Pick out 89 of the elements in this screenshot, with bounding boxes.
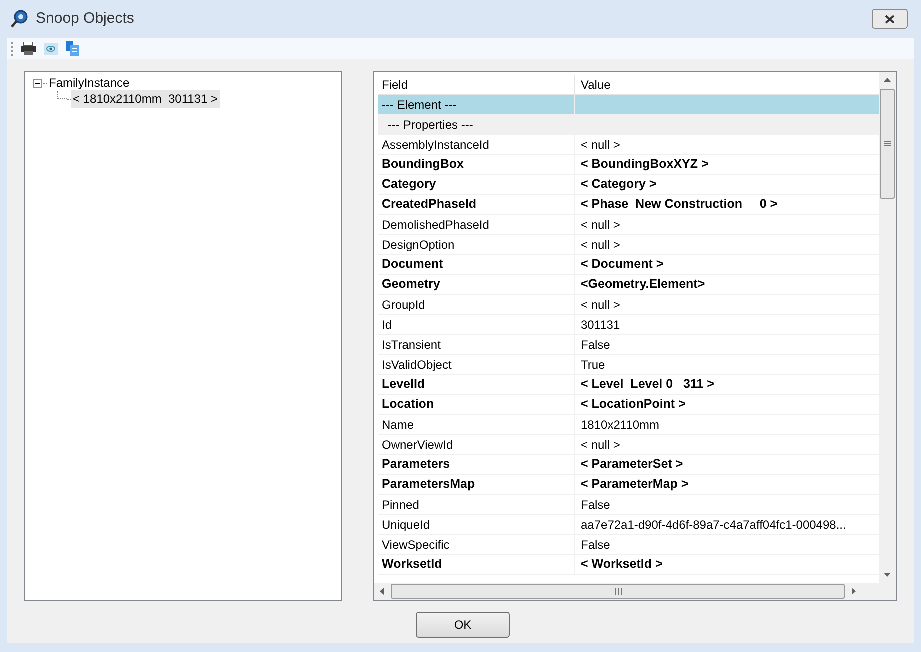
value-cell-text: < Phase New Construction 0 >	[581, 196, 778, 214]
field-cell-text: Name	[382, 416, 414, 434]
table-row[interactable]: BoundingBox < BoundingBoxXYZ >	[378, 155, 879, 175]
field-cell-text: Id	[382, 316, 392, 334]
field-cell-text: Location	[382, 396, 434, 414]
copy-icon[interactable]	[66, 41, 79, 56]
table-row[interactable]: --- Properties ---	[378, 115, 879, 135]
field-cell-text: OwnerViewId	[382, 436, 454, 454]
field-cell-text: Parameters	[382, 456, 450, 474]
eye-icon[interactable]	[44, 42, 58, 54]
magnifier-icon	[10, 9, 30, 29]
value-cell-text: <Geometry.Element>	[581, 276, 706, 294]
field-cell-text: IsTransient	[382, 336, 441, 354]
table-row[interactable]: IsValidObject True	[378, 355, 879, 375]
field-cell-text: ParametersMap	[382, 476, 476, 494]
field-cell-text: Category	[382, 176, 436, 194]
value-cell-text: < null >	[581, 436, 620, 454]
tree-item[interactable]: < 1810x2110mm 301131 >	[71, 90, 220, 108]
field-cell-text: ViewSpecific	[382, 536, 450, 554]
value-cell-text: True	[581, 356, 606, 374]
table-row[interactable]: Pinned False	[378, 495, 879, 515]
table-row[interactable]: Document < Document >	[378, 255, 879, 275]
table-row[interactable]: UniqueId aa7e72a1-d90f-4d6f-89a7-c4a7aff04fc1-000498...	[378, 515, 879, 535]
collapse-icon[interactable]	[33, 78, 42, 88]
scrollbar-thumb[interactable]	[880, 89, 895, 199]
close-button[interactable]	[872, 9, 908, 29]
tree-item[interactable]: FamilyInstance	[47, 74, 132, 92]
table-row[interactable]: Geometry <Geometry.Element>	[378, 275, 879, 295]
table-row[interactable]: IsTransient False	[378, 335, 879, 355]
table-row[interactable]: Location < LocationPoint >	[378, 395, 879, 415]
field-cell-text: BoundingBox	[382, 156, 464, 174]
table-row[interactable]: WorksetId < WorksetId >	[378, 555, 879, 575]
table-row[interactable]: GroupId < null >	[378, 295, 879, 315]
table-row[interactable]: --- Element ---	[378, 95, 879, 115]
value-cell-text: < null >	[581, 236, 620, 254]
field-cell-text: AssemblyInstanceId	[382, 136, 490, 154]
table-row[interactable]: ParametersMap < ParameterMap >	[378, 475, 879, 495]
value-cell-text: < WorksetId >	[581, 556, 663, 574]
value-cell-text: < Category >	[581, 176, 657, 194]
value-cell-text: < BoundingBoxXYZ >	[581, 156, 709, 174]
value-cell-text: < ParameterSet >	[581, 456, 684, 474]
value-cell-text: False	[581, 336, 610, 354]
value-cell-text: < null >	[581, 216, 620, 234]
table-row[interactable]: LevelId < Level Level 0 311 >	[378, 375, 879, 395]
field-cell-text: Pinned	[382, 496, 420, 514]
value-cell-text: False	[581, 536, 610, 554]
table-row[interactable]: Name 1810x2110mm	[378, 415, 879, 435]
field-cell-text: Document	[382, 256, 444, 274]
table-row[interactable]: Parameters < ParameterSet >	[378, 455, 879, 475]
value-cell-text: < null >	[581, 136, 620, 154]
horizontal-scrollbar[interactable]	[374, 583, 896, 600]
column-header[interactable]: Field	[378, 75, 575, 94]
vertical-scrollbar[interactable]	[879, 72, 896, 583]
value-cell-text: < Level Level 0 311 >	[581, 376, 714, 394]
field-cell-text: UniqueId	[382, 516, 430, 534]
value-cell-text: < null >	[581, 296, 620, 314]
table-row[interactable]: Category < Category >	[378, 175, 879, 195]
value-cell-text: < LocationPoint >	[581, 396, 686, 414]
scrollbar-thumb[interactable]	[391, 584, 845, 599]
value-cell-text: < Document >	[581, 256, 664, 274]
window-title: Snoop Objects	[36, 8, 134, 29]
printer-icon[interactable]	[21, 42, 36, 55]
field-cell-text: DemolishedPhaseId	[382, 216, 490, 234]
table-row[interactable]: CreatedPhaseId < Phase New Construction 0 >	[378, 195, 879, 215]
field-cell-text: --- Element ---	[382, 96, 457, 114]
field-cell-text: IsValidObject	[382, 356, 452, 374]
table-row[interactable]: DemolishedPhaseId < null >	[378, 215, 879, 235]
field-cell-text: CreatedPhaseId	[382, 196, 476, 214]
field-cell-text: Geometry	[382, 276, 440, 294]
value-cell-text: < ParameterMap >	[581, 476, 689, 494]
value-cell-text: aa7e72a1-d90f-4d6f-89a7-c4a7aff04fc1-000498...	[581, 516, 846, 534]
ok-button[interactable]: OK	[416, 612, 510, 638]
grip-icon	[884, 141, 891, 147]
field-cell-text: GroupId	[382, 296, 426, 314]
value-cell-text: False	[581, 496, 610, 514]
table-row[interactable]: AssemblyInstanceId < null >	[378, 135, 879, 155]
table-row[interactable]: DesignOption < null >	[378, 235, 879, 255]
close-icon	[885, 14, 895, 24]
field-cell-text: --- Properties ---	[388, 116, 474, 134]
table-row[interactable]: OwnerViewId < null >	[378, 435, 879, 455]
field-cell-text: LevelId	[382, 376, 426, 394]
value-cell-text: 1810x2110mm	[581, 416, 660, 434]
field-cell-text: DesignOption	[382, 236, 455, 254]
table-row[interactable]: ViewSpecific False	[378, 535, 879, 555]
field-cell-text: WorksetId	[382, 556, 442, 574]
table-row[interactable]: Id 301131	[378, 315, 879, 335]
value-cell-text: 301131	[581, 316, 620, 334]
column-header[interactable]: Value	[575, 75, 879, 94]
grip-icon	[614, 588, 622, 595]
